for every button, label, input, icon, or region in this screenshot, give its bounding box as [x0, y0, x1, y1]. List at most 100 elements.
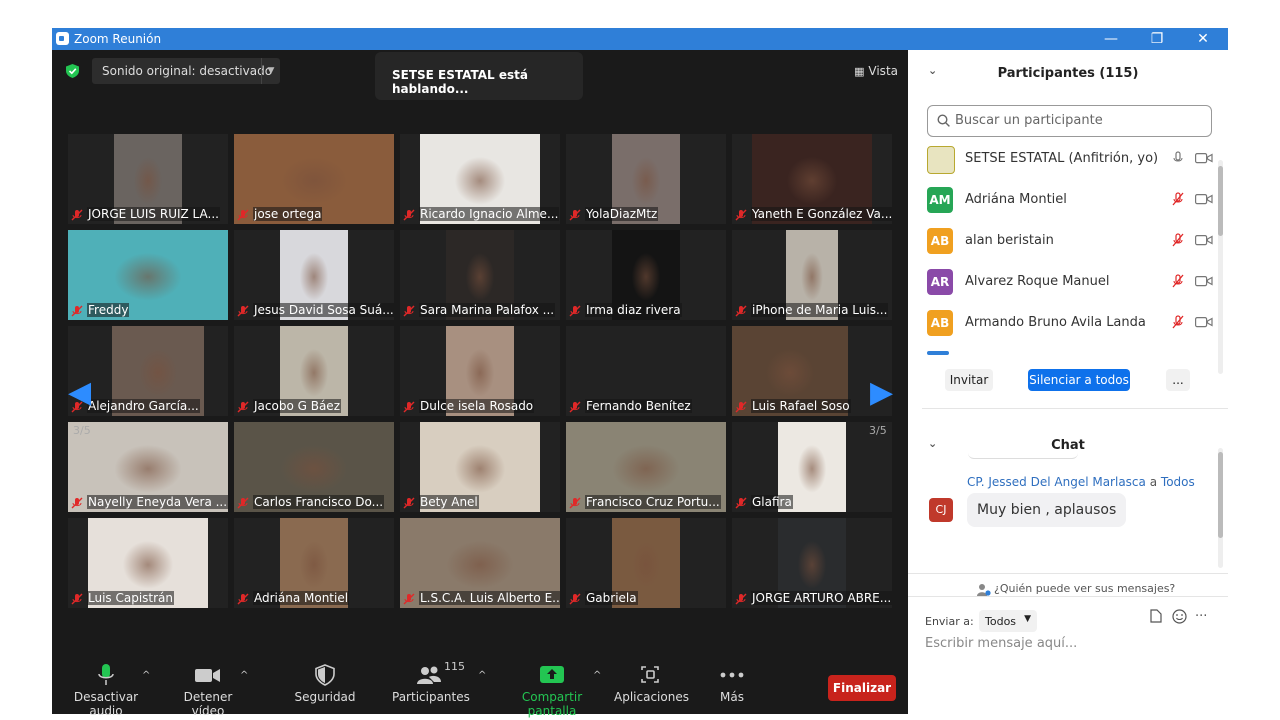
end-meeting-button[interactable]: Finalizar [828, 675, 896, 701]
camera-icon[interactable] [1195, 275, 1213, 287]
video-tile[interactable]: Yaneth E González Va... [732, 134, 892, 224]
participant-name: Adriána Montiel [965, 192, 1067, 207]
invite-button[interactable]: Invitar [945, 369, 993, 391]
muted-mic-icon[interactable] [1171, 274, 1185, 288]
participant-row[interactable]: AB Armando Bruno Avila Landa [927, 306, 1217, 340]
chevron-down-icon: ▼ [1024, 614, 1031, 624]
muted-mic-icon [71, 209, 83, 221]
video-tile[interactable]: Luis Rafael Soso [732, 326, 892, 416]
video-tile[interactable]: L.S.C.A. Luis Alberto E... [400, 518, 560, 608]
video-tile[interactable]: jose ortega [234, 134, 394, 224]
chat-message-input[interactable]: Escribir mensaje aquí... [925, 636, 1077, 651]
participants-more-button[interactable]: ... [1166, 369, 1190, 391]
video-options-caret-icon[interactable]: ^ [240, 670, 248, 681]
video-tile[interactable]: Jesus David Sosa Suá... [234, 230, 394, 320]
send-to-dropdown[interactable]: Todos ▼ [979, 610, 1037, 632]
participant-name: alan beristain [965, 233, 1054, 248]
close-button[interactable]: ✕ [1180, 28, 1226, 50]
camera-icon[interactable] [1195, 234, 1213, 246]
muted-mic-icon [403, 209, 415, 221]
video-tile[interactable]: Jacobo G Báez [234, 326, 394, 416]
participant-name: Bety Anel [419, 495, 479, 509]
security-button[interactable]: Seguridad [292, 664, 358, 704]
send-to-value: Todos [985, 615, 1017, 628]
participants-options-caret-icon[interactable]: ^ [478, 670, 486, 681]
video-tile[interactable]: Irma diaz rivera [566, 230, 726, 320]
restore-button[interactable]: ❐ [1134, 28, 1180, 50]
muted-mic-icon[interactable] [1171, 315, 1185, 329]
more-button[interactable]: Más [708, 664, 756, 704]
video-tile[interactable]: Alejandro García... [68, 326, 228, 416]
participant-name: Armando Bruno Avila Landa [965, 315, 1146, 330]
participant-name-bar: Nayelly Eneyda Vera ... [68, 495, 228, 512]
participant-name: Alvarez Roque Manuel [965, 274, 1110, 289]
chat-more-icon[interactable]: ··· [1195, 609, 1207, 624]
participants-icon [417, 666, 441, 684]
apps-button[interactable]: Aplicaciones [614, 664, 689, 704]
participant-name: SETSE ESTATAL (Anfitrión, yo) [965, 151, 1159, 166]
participant-name-bar: Francisco Cruz Portu... [566, 495, 726, 512]
next-page-arrow-icon[interactable]: ▶ [870, 375, 893, 410]
participant-row[interactable]: AB alan beristain [927, 224, 1217, 258]
participant-name: Adriána Montiel [253, 591, 350, 605]
chat-scrollbar[interactable] [1218, 448, 1223, 568]
video-tile[interactable]: Nayelly Eneyda Vera ... [68, 422, 228, 512]
participant-row[interactable]: SETSE ESTATAL (Anfitrión, yo) [927, 142, 1217, 176]
microphone-icon [98, 664, 114, 685]
video-tile[interactable]: iPhone de Maria Luis... [732, 230, 892, 320]
stop-video-button[interactable]: Detener vídeo [168, 664, 248, 718]
chevron-down-icon[interactable]: ▼ [261, 58, 280, 84]
camera-icon[interactable] [1195, 193, 1213, 205]
apps-label: Aplicaciones [614, 690, 689, 704]
participant-name-bar: YolaDiazMtz [566, 207, 726, 224]
video-tile[interactable]: Freddy [68, 230, 228, 320]
muted-mic-icon[interactable] [1171, 192, 1185, 206]
participant-name-bar: Adriána Montiel [234, 591, 394, 608]
participant-name: Jacobo G Báez [253, 399, 341, 413]
mute-audio-button[interactable]: Desactivar audio [62, 664, 150, 718]
video-tile[interactable]: Francisco Cruz Portu... [566, 422, 726, 512]
muted-mic-icon[interactable] [1171, 233, 1185, 247]
participant-name: Sara Marina Palafox ... [419, 303, 556, 317]
participant-list-scrollbar[interactable] [1218, 160, 1223, 374]
participant-row[interactable]: AM Adriána Montiel [927, 183, 1217, 217]
video-tile[interactable]: Adriána Montiel [234, 518, 394, 608]
video-tile[interactable]: Gabriela [566, 518, 726, 608]
video-tile[interactable]: Ricardo Ignacio Alme... [400, 134, 560, 224]
microphone-icon[interactable] [1171, 151, 1185, 165]
video-tile[interactable]: Glafira [732, 422, 892, 512]
share-options-caret-icon[interactable]: ^ [593, 670, 601, 681]
send-to-label: Enviar a: [925, 615, 974, 628]
video-tile[interactable]: Luis Capistrán [68, 518, 228, 608]
camera-icon[interactable] [1195, 316, 1213, 328]
search-placeholder: Buscar un participante [955, 113, 1103, 128]
video-tile[interactable]: Carlos Francisco Do... [234, 422, 394, 512]
file-icon[interactable] [1150, 609, 1162, 623]
mute-all-button[interactable]: Silenciar a todos [1028, 369, 1130, 391]
minimize-button[interactable]: — [1088, 28, 1134, 50]
security-shield-icon[interactable] [66, 64, 79, 78]
previous-page-arrow-icon[interactable]: ◀ [68, 375, 91, 410]
view-button[interactable]: ▦ Vista [854, 64, 898, 78]
video-tile[interactable]: Sara Marina Palafox ... [400, 230, 560, 320]
chat-visibility-footer[interactable]: ¿Quién puede ver sus mensajes? [908, 573, 1228, 604]
who-can-see-messages-link[interactable]: ¿Quién puede ver sus mensajes? [994, 582, 1175, 595]
emoji-icon[interactable] [1172, 609, 1187, 624]
participant-search-input[interactable]: Buscar un participante [927, 105, 1212, 137]
video-tile[interactable]: Dulce isela Rosado [400, 326, 560, 416]
original-sound-toggle[interactable]: Sonido original: desactivado ▼ [92, 58, 280, 84]
video-tile[interactable]: YolaDiazMtz [566, 134, 726, 224]
participant-name-bar: Irma diaz rivera [566, 303, 726, 320]
audio-options-caret-icon[interactable]: ^ [142, 670, 150, 681]
video-tile[interactable]: JORGE ARTURO ABRE... [732, 518, 892, 608]
participant-name-bar: Luis Capistrán [68, 591, 228, 608]
camera-icon[interactable] [1195, 152, 1213, 164]
video-tile[interactable]: Fernando Benítez [566, 326, 726, 416]
video-tile[interactable]: JORGE LUIS RUIZ LA... [68, 134, 228, 224]
muted-mic-icon [403, 401, 415, 413]
video-tile[interactable]: Bety Anel [400, 422, 560, 512]
share-screen-button[interactable]: Compartir pantalla [500, 664, 604, 718]
participant-name-bar: Fernando Benítez [566, 399, 726, 416]
participant-row[interactable]: AR Alvarez Roque Manuel [927, 265, 1217, 299]
video-area: Sonido original: desactivado ▼ SETSE EST… [52, 50, 908, 718]
